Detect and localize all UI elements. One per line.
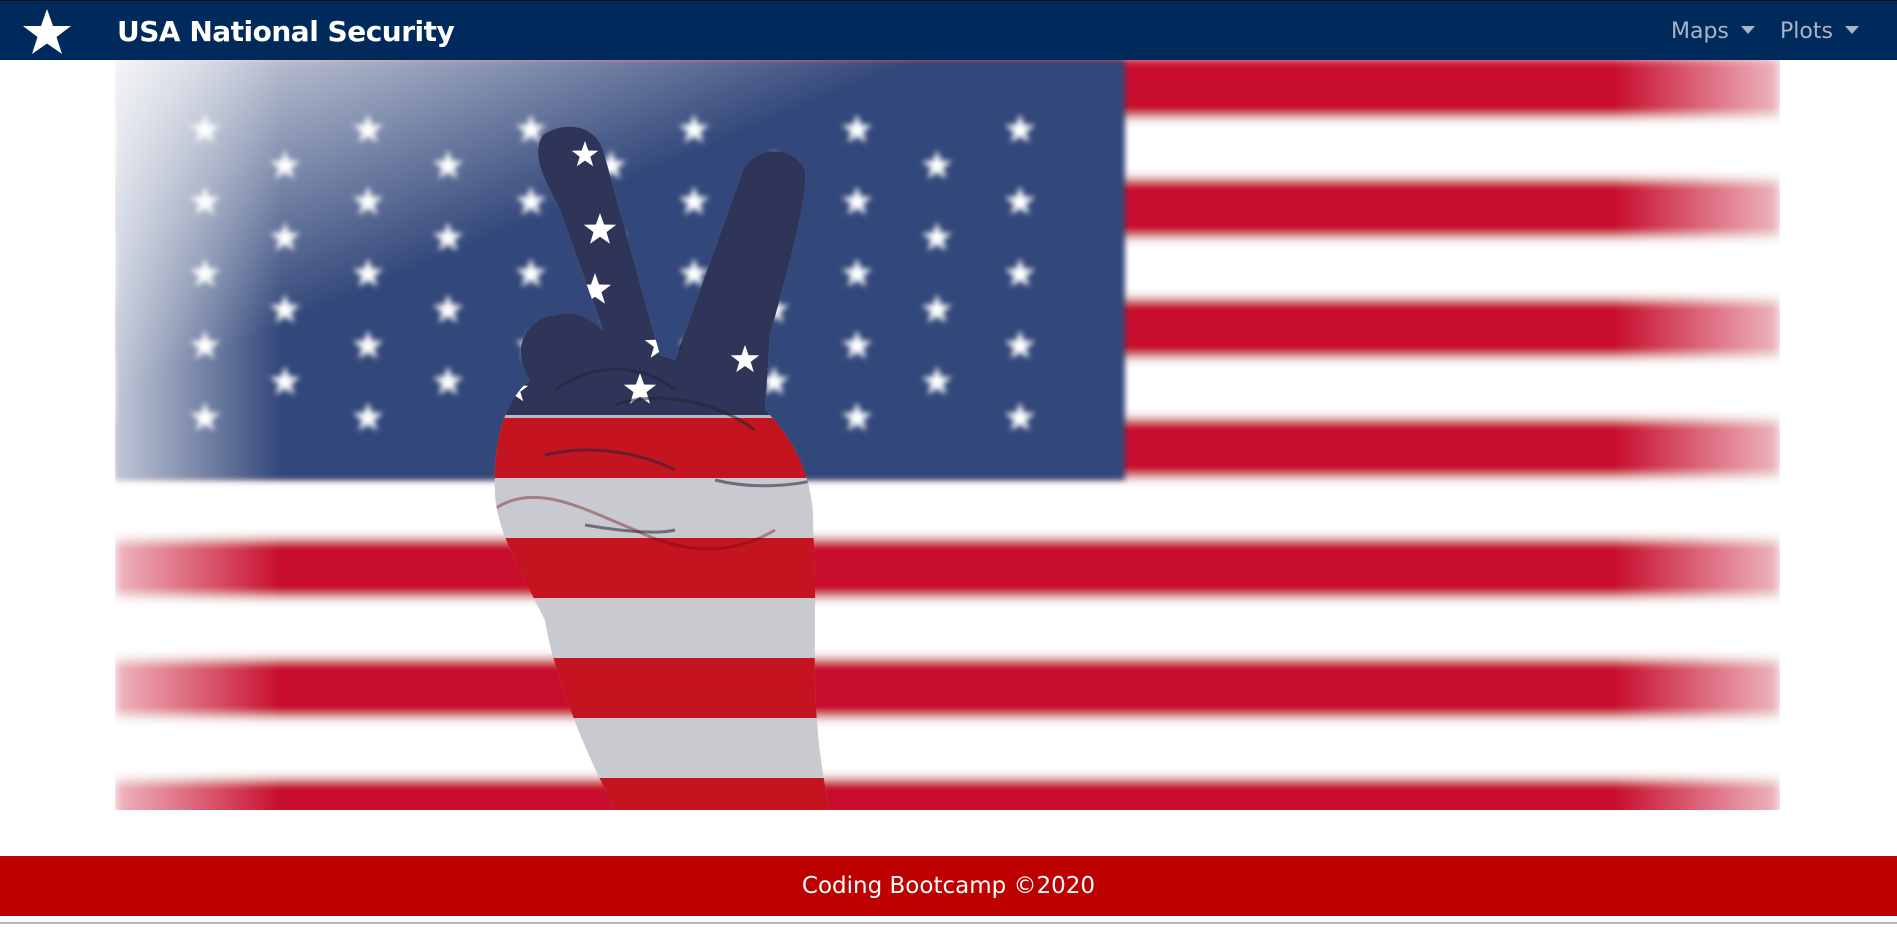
caret-down-icon [1740,26,1755,34]
footer-copyright: Coding Bootcamp ©2020 [801,873,1096,899]
maps-dropdown-label: Maps [1671,19,1729,44]
hero-image [115,60,1780,810]
hand-stripe [494,478,830,539]
site-title[interactable]: USA National Security [117,15,455,48]
flag-peace-hand-image [115,60,1780,810]
maps-dropdown[interactable]: Maps [1671,19,1755,44]
page-footer: Coding Bootcamp ©2020 [0,856,1897,916]
star-icon[interactable] [22,8,72,56]
plots-dropdown-label: Plots [1780,19,1833,44]
bottom-divider [0,922,1897,924]
hand-stripe [494,538,830,599]
plots-dropdown[interactable]: Plots [1780,19,1859,44]
caret-down-icon [1844,26,1859,34]
top-navbar: USA National Security Maps Plots [0,0,1897,60]
